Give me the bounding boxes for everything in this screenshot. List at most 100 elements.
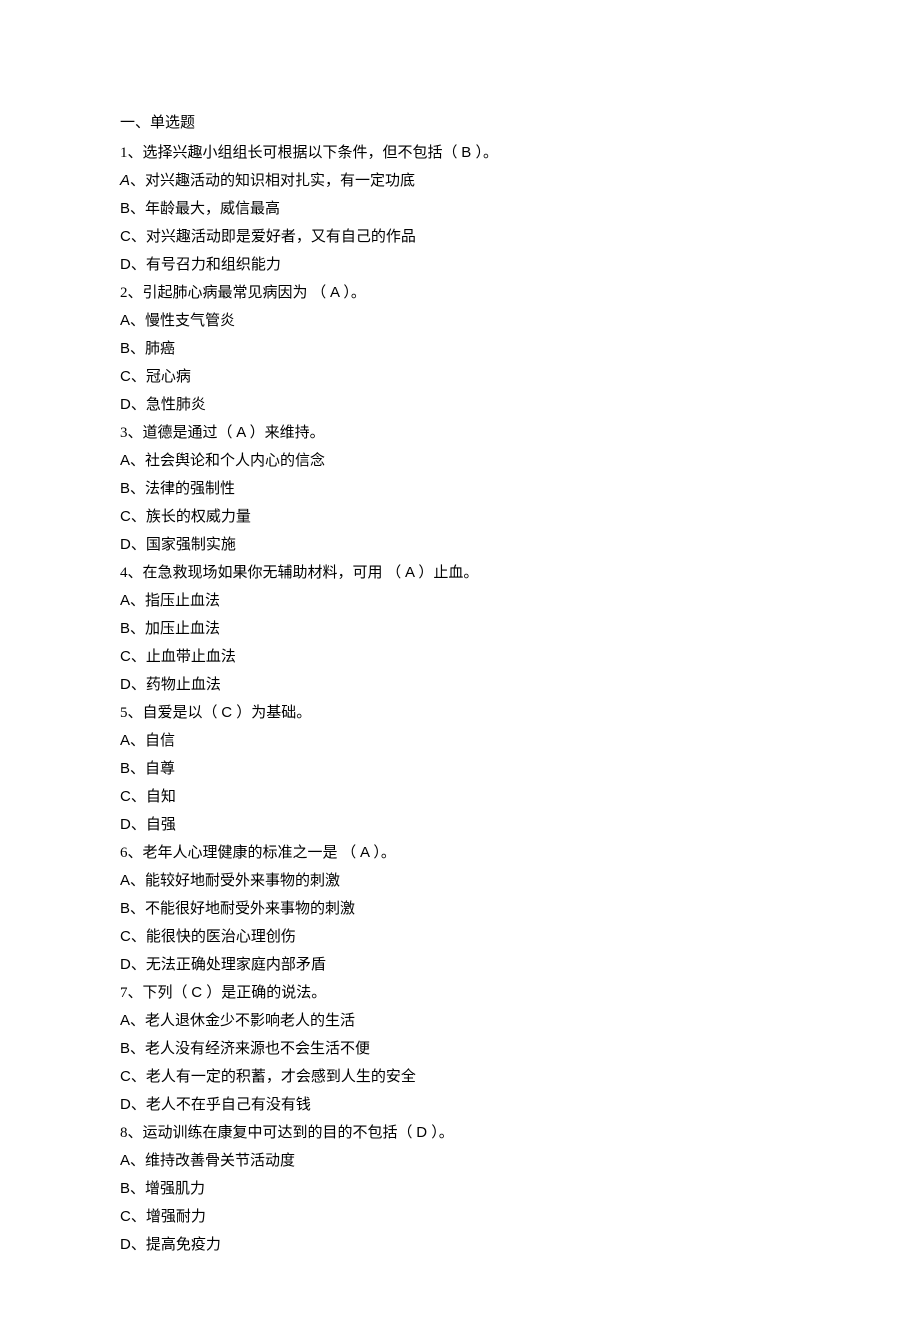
option-text: 、药物止血法: [131, 677, 221, 693]
option-letter: A: [120, 1152, 130, 1169]
option-letter: A: [120, 872, 130, 889]
question-stem-text: 6、老年人心理健康的标准之一是 （: [120, 845, 356, 861]
question-option: B、不能很好地耐受外来事物的刺激: [120, 895, 800, 923]
question-stem-text: 3、道德是通过（: [120, 425, 233, 441]
option-letter: C: [120, 1208, 131, 1225]
question-option: B、自尊: [120, 755, 800, 783]
option-text: 、维持改善骨关节活动度: [130, 1153, 295, 1169]
option-letter: C: [120, 228, 131, 245]
option-text: 、加压止血法: [130, 621, 220, 637]
question-option: C、族长的权威力量: [120, 503, 800, 531]
option-text: 、能很快的医治心理创伤: [131, 929, 296, 945]
question-answer: A: [236, 424, 249, 441]
option-letter: B: [120, 340, 130, 357]
question-option: A、社会舆论和个人内心的信念: [120, 447, 800, 475]
option-text: 、慢性支气管炎: [130, 313, 235, 329]
option-letter: C: [120, 1068, 131, 1085]
question-answer: A: [330, 284, 343, 301]
question-stem-text: ）来维持。: [250, 425, 325, 441]
question-stem-text: ）。: [431, 1125, 454, 1141]
question-option: B、年龄最大，威信最高: [120, 195, 800, 223]
option-text: 、老人有一定的积蓄，才会感到人生的安全: [131, 1069, 416, 1085]
question-stem-text: 5、自爱是以（: [120, 705, 218, 721]
option-text: 、无法正确处理家庭内部矛盾: [131, 957, 326, 973]
option-letter: C: [120, 648, 131, 665]
option-text: 、自强: [131, 817, 176, 833]
question-option: D、无法正确处理家庭内部矛盾: [120, 951, 800, 979]
question-stem-text: 4、在急救现场如果你无辅助材料，可用 （: [120, 565, 401, 581]
question-stem-text: 2、引起肺心病最常见病因为 （: [120, 285, 326, 301]
question-option: B、肺癌: [120, 335, 800, 363]
option-letter: D: [120, 956, 131, 973]
option-letter: B: [120, 1180, 130, 1197]
option-text: 、止血带止血法: [131, 649, 236, 665]
question-option: C、冠心病: [120, 363, 800, 391]
option-text: 、提高免疫力: [131, 1237, 221, 1253]
option-letter: C: [120, 368, 131, 385]
question-option: A、能较好地耐受外来事物的刺激: [120, 867, 800, 895]
option-text: 、对兴趣活动的知识相对扎实，有一定功底: [130, 173, 415, 189]
question-answer: B: [461, 144, 475, 161]
question-option: D、提高免疫力: [120, 1231, 800, 1259]
question-option: D、国家强制实施: [120, 531, 800, 559]
question-stem-text: ）是正确的说法。: [206, 985, 326, 1001]
option-text: 、老人退休金少不影响老人的生活: [130, 1013, 355, 1029]
option-text: 、有号召力和组织能力: [131, 257, 281, 273]
option-letter: C: [120, 788, 131, 805]
option-letter: D: [120, 536, 131, 553]
question-stem: 8、运动训练在康复中可达到的目的不包括（ D ）。: [120, 1119, 800, 1147]
option-letter: D: [120, 396, 131, 413]
option-text: 、老人不在乎自己有没有钱: [131, 1097, 311, 1113]
option-text: 、对兴趣活动即是爱好者，又有自己的作品: [131, 229, 416, 245]
question-stem-text: ）。: [373, 845, 396, 861]
section-title: 一、单选题: [120, 110, 800, 137]
question-stem-text: ）为基础。: [236, 705, 311, 721]
question-stem: 1、选择兴趣小组组长可根据以下条件，但不包括（ B ）。: [120, 139, 800, 167]
document-page: 一、单选题 1、选择兴趣小组组长可根据以下条件，但不包括（ B ）。A、对兴趣活…: [0, 0, 920, 1319]
option-letter: B: [120, 1040, 130, 1057]
question-option: B、增强肌力: [120, 1175, 800, 1203]
question-answer: C: [191, 984, 206, 1001]
question-answer: A: [360, 844, 373, 861]
question-option: B、老人没有经济来源也不会生活不便: [120, 1035, 800, 1063]
question-option: D、自强: [120, 811, 800, 839]
question-option: D、有号召力和组织能力: [120, 251, 800, 279]
option-text: 、增强耐力: [131, 1209, 206, 1225]
option-letter: C: [120, 508, 131, 525]
question-stem-text: 1、选择兴趣小组组长可根据以下条件，但不包括（: [120, 145, 458, 161]
question-stem: 4、在急救现场如果你无辅助材料，可用 （ A ）止血。: [120, 559, 800, 587]
option-text: 、老人没有经济来源也不会生活不便: [130, 1041, 370, 1057]
question-option: C、老人有一定的积蓄，才会感到人生的安全: [120, 1063, 800, 1091]
option-letter: D: [120, 676, 131, 693]
question-stem-text: 7、下列（: [120, 985, 188, 1001]
option-letter: B: [120, 760, 130, 777]
option-letter: D: [120, 1236, 131, 1253]
question-option: D、老人不在乎自己有没有钱: [120, 1091, 800, 1119]
option-text: 、不能很好地耐受外来事物的刺激: [130, 901, 355, 917]
questions-container: 1、选择兴趣小组组长可根据以下条件，但不包括（ B ）。A、对兴趣活动的知识相对…: [120, 139, 800, 1259]
question-stem: 3、道德是通过（ A ）来维持。: [120, 419, 800, 447]
option-text: 、肺癌: [130, 341, 175, 357]
question-option: A、维持改善骨关节活动度: [120, 1147, 800, 1175]
question-option: A、指压止血法: [120, 587, 800, 615]
option-text: 、自信: [130, 733, 175, 749]
question-option: D、急性肺炎: [120, 391, 800, 419]
option-letter: D: [120, 816, 131, 833]
option-text: 、增强肌力: [130, 1181, 205, 1197]
option-letter: A: [120, 1012, 130, 1029]
option-letter: D: [120, 1096, 131, 1113]
option-letter: B: [120, 900, 130, 917]
option-letter: B: [120, 620, 130, 637]
option-text: 、社会舆论和个人内心的信念: [130, 453, 325, 469]
question-option: D、药物止血法: [120, 671, 800, 699]
question-answer: D: [416, 1124, 431, 1141]
option-letter: A: [120, 452, 130, 469]
option-letter: C: [120, 928, 131, 945]
option-letter: B: [120, 200, 130, 217]
question-option: C、增强耐力: [120, 1203, 800, 1231]
option-text: 、自尊: [130, 761, 175, 777]
option-text: 、法律的强制性: [130, 481, 235, 497]
question-answer: C: [221, 704, 236, 721]
option-text: 、族长的权威力量: [131, 509, 251, 525]
option-letter: B: [120, 480, 130, 497]
